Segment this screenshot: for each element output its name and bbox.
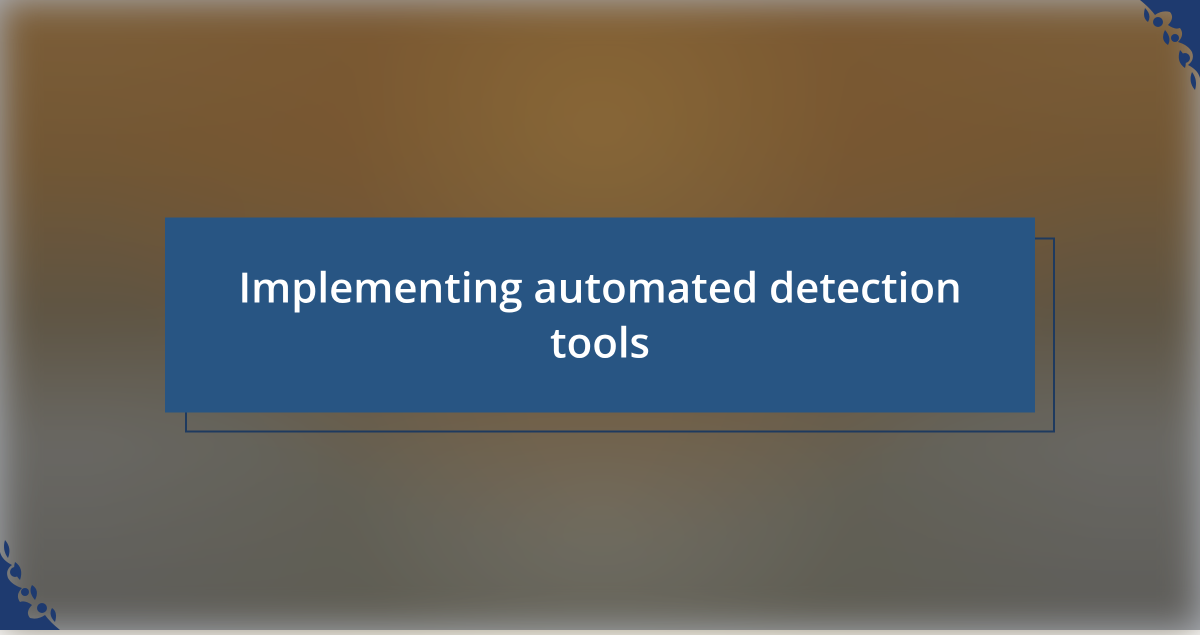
page-title: Implementing automated detection tools: [215, 260, 985, 369]
title-box: Implementing automated detection tools: [165, 218, 1035, 413]
title-container: Implementing automated detection tools: [165, 218, 1035, 413]
corner-ornament-bottom-left: [0, 510, 120, 630]
corner-ornament-top-right: [1080, 0, 1200, 120]
